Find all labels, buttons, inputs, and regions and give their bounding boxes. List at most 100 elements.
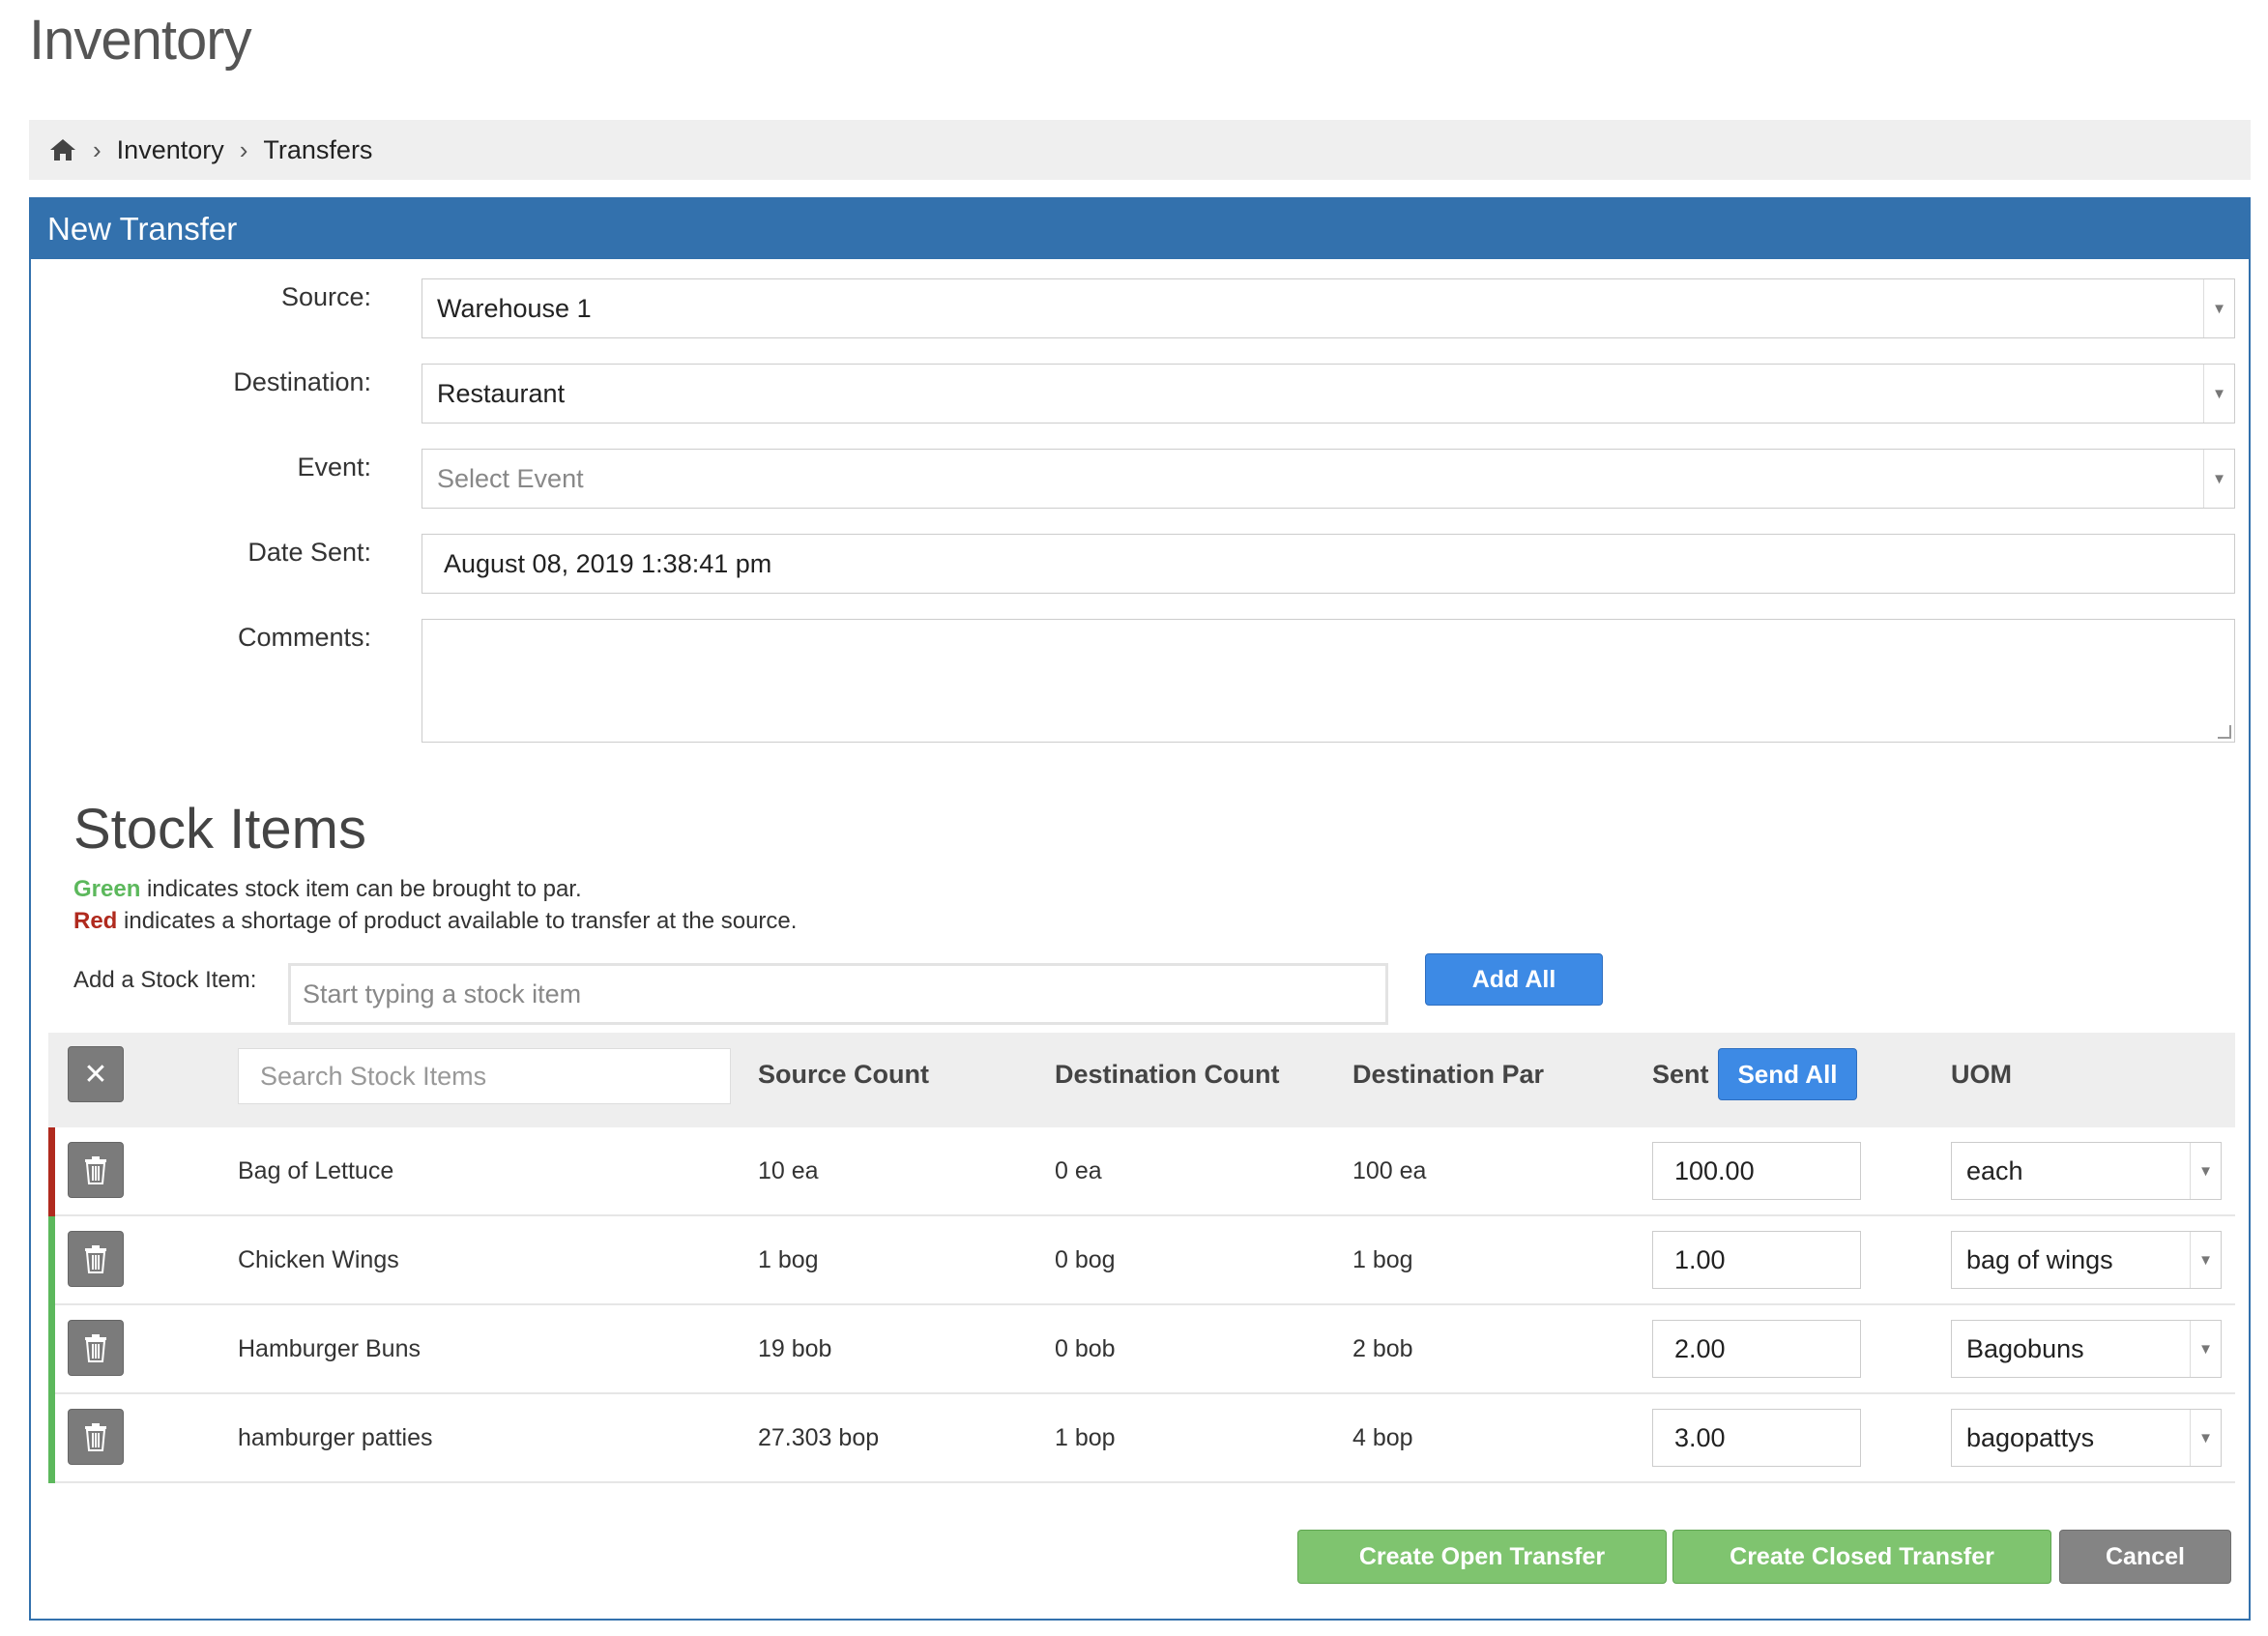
destination-par: 100 ea	[1352, 1157, 1427, 1184]
legend-green-word: Green	[73, 876, 141, 902]
uom-value: bagopattys	[1966, 1422, 2095, 1452]
add-stock-item-label: Add a Stock Item:	[73, 967, 257, 993]
event-row: Event: Select Event ▼	[31, 449, 2253, 509]
col-sent: Sent	[1652, 1060, 1709, 1089]
legend-green: Green indicates stock item can be brough…	[73, 876, 582, 903]
breadcrumb-transfers[interactable]: Transfers	[263, 135, 372, 165]
uom-select[interactable]: bagopattys ▼	[1951, 1409, 2222, 1467]
caret-down-icon: ▼	[2203, 365, 2234, 423]
destination-count: 1 bop	[1055, 1424, 1116, 1451]
delete-row-button[interactable]	[68, 1320, 124, 1376]
table-row: Hamburger Buns 19 bob 0 bob 2 bob 2.00 B…	[48, 1305, 2235, 1394]
stock-items-title: Stock Items	[73, 798, 366, 861]
date-sent-row: Date Sent: August 08, 2019 1:38:41 pm	[31, 534, 2253, 594]
legend-green-text: indicates stock item can be brought to p…	[140, 876, 582, 902]
col-destination-par: Destination Par	[1352, 1060, 1545, 1089]
search-stock-items-input[interactable]: Search Stock Items	[238, 1048, 731, 1104]
send-all-button[interactable]: Send All	[1718, 1048, 1857, 1100]
clear-all-button[interactable]: ✕	[68, 1046, 124, 1102]
caret-down-icon: ▼	[2203, 450, 2234, 508]
sent-quantity-input[interactable]: 2.00	[1652, 1320, 1861, 1378]
cancel-button[interactable]: Cancel	[2059, 1530, 2231, 1584]
source-value: Warehouse 1	[437, 293, 592, 323]
home-icon[interactable]	[48, 135, 77, 164]
item-name: hamburger patties	[238, 1424, 433, 1451]
uom-select[interactable]: bag of wings ▼	[1951, 1231, 2222, 1289]
trash-icon	[85, 1156, 106, 1184]
uom-value: each	[1966, 1155, 2023, 1185]
sent-quantity-input[interactable]: 3.00	[1652, 1409, 1861, 1467]
caret-down-icon: ▼	[2190, 1143, 2221, 1199]
sent-quantity-input[interactable]: 1.00	[1652, 1231, 1861, 1289]
sent-quantity-input[interactable]: 100.00	[1652, 1142, 1861, 1200]
source-count: 19 bob	[758, 1335, 832, 1362]
destination-count: 0 bob	[1055, 1335, 1116, 1362]
source-count: 27.303 bop	[758, 1424, 880, 1451]
trash-icon	[85, 1334, 106, 1362]
event-placeholder: Select Event	[437, 463, 584, 493]
caret-down-icon: ▼	[2190, 1232, 2221, 1288]
uom-select[interactable]: each ▼	[1951, 1142, 2222, 1200]
destination-par: 4 bop	[1352, 1424, 1413, 1451]
resize-handle-icon[interactable]	[2218, 725, 2231, 739]
create-closed-transfer-button[interactable]: Create Closed Transfer	[1672, 1530, 2051, 1584]
status-flag-green	[48, 1305, 55, 1394]
close-icon: ✕	[83, 1058, 108, 1091]
destination-par: 2 bob	[1352, 1335, 1413, 1362]
destination-row: Destination: Restaurant ▼	[31, 364, 2253, 424]
table-row: hamburger patties 27.303 bop 1 bop 4 bop…	[48, 1394, 2235, 1483]
page-title: Inventory	[29, 9, 252, 72]
comments-textarea[interactable]	[422, 619, 2235, 743]
breadcrumb-inventory[interactable]: Inventory	[117, 135, 224, 165]
event-label: Event:	[297, 453, 371, 482]
destination-select[interactable]: Restaurant ▼	[422, 364, 2235, 424]
comments-label: Comments:	[237, 623, 371, 652]
status-flag-green	[48, 1216, 55, 1305]
status-flag-green	[48, 1394, 55, 1483]
panel-title: New Transfer	[31, 199, 2249, 259]
destination-count: 0 ea	[1055, 1157, 1102, 1184]
item-name: Hamburger Buns	[238, 1335, 421, 1362]
legend-red-word: Red	[73, 908, 118, 934]
delete-row-button[interactable]	[68, 1231, 124, 1287]
uom-select[interactable]: Bagobuns ▼	[1951, 1320, 2222, 1378]
table-row: Bag of Lettuce 10 ea 0 ea 100 ea 100.00 …	[48, 1127, 2235, 1216]
table-row: Chicken Wings 1 bog 0 bog 1 bog 1.00 bag…	[48, 1216, 2235, 1305]
destination-count: 0 bog	[1055, 1246, 1116, 1273]
trash-icon	[85, 1245, 106, 1273]
search-placeholder: Search Stock Items	[260, 1061, 487, 1091]
event-select[interactable]: Select Event ▼	[422, 449, 2235, 509]
new-transfer-panel: New Transfer Source: Warehouse 1 ▼ Desti…	[29, 197, 2251, 1621]
create-open-transfer-button[interactable]: Create Open Transfer	[1297, 1530, 1667, 1584]
table-header: ✕ Search Stock Items Source Count Destin…	[48, 1033, 2235, 1127]
add-stock-item-placeholder: Start typing a stock item	[303, 979, 582, 1008]
legend-red: Red indicates a shortage of product avai…	[73, 908, 797, 935]
source-count: 10 ea	[758, 1157, 819, 1184]
legend-red-text: indicates a shortage of product availabl…	[117, 908, 798, 934]
add-all-button[interactable]: Add All	[1425, 953, 1603, 1006]
comments-row: Comments:	[31, 619, 2253, 743]
destination-value: Restaurant	[437, 378, 566, 408]
caret-down-icon: ▼	[2203, 279, 2234, 337]
item-name: Bag of Lettuce	[238, 1157, 394, 1184]
col-source-count: Source Count	[758, 1060, 930, 1089]
caret-down-icon: ▼	[2190, 1321, 2221, 1377]
delete-row-button[interactable]	[68, 1409, 124, 1465]
col-destination-count: Destination Count	[1055, 1060, 1280, 1089]
col-uom: UOM	[1951, 1060, 2012, 1089]
source-label: Source:	[280, 282, 371, 311]
item-name: Chicken Wings	[238, 1246, 399, 1273]
chevron-right-icon: ›	[239, 134, 248, 164]
trash-icon	[85, 1423, 106, 1451]
uom-value: Bagobuns	[1966, 1333, 2084, 1363]
date-sent-label: Date Sent:	[247, 538, 371, 567]
uom-value: bag of wings	[1966, 1244, 2113, 1274]
add-stock-item-input[interactable]: Start typing a stock item	[288, 963, 1388, 1025]
delete-row-button[interactable]	[68, 1142, 124, 1198]
caret-down-icon: ▼	[2190, 1410, 2221, 1466]
chevron-right-icon: ›	[93, 134, 102, 164]
date-sent-input[interactable]: August 08, 2019 1:38:41 pm	[422, 534, 2235, 594]
source-select[interactable]: Warehouse 1 ▼	[422, 278, 2235, 338]
source-row: Source: Warehouse 1 ▼	[31, 278, 2253, 338]
source-count: 1 bog	[758, 1246, 819, 1273]
